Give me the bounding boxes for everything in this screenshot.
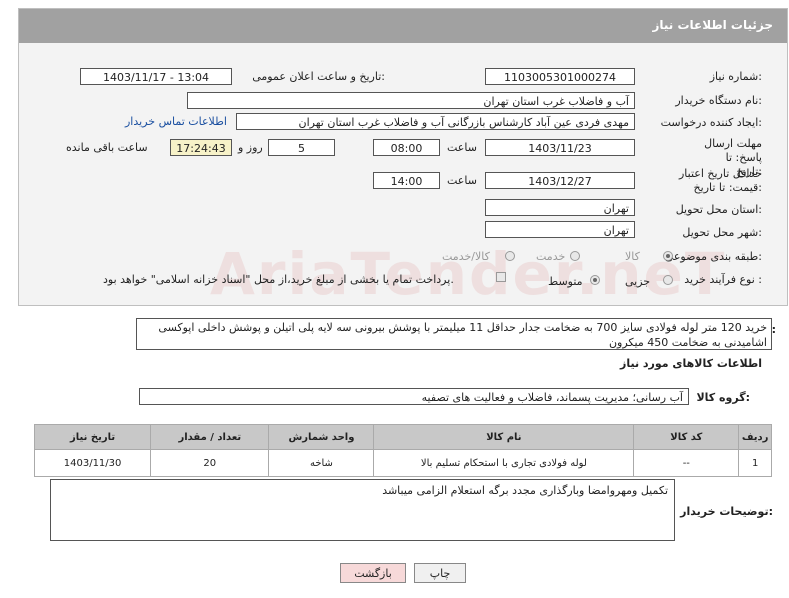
col-need-date: تاریخ نیاز bbox=[33, 424, 152, 450]
process-minor-label: جزیی bbox=[625, 275, 651, 288]
price-validity-time-field: 14:00 bbox=[373, 172, 440, 189]
process-medium-label: متوسط bbox=[548, 275, 583, 288]
col-unit: واحد شمارش bbox=[268, 424, 375, 450]
deadline-time-label: ساعت bbox=[447, 141, 477, 154]
city-label: شهر محل تحویل: bbox=[682, 226, 762, 239]
remaining-label: ساعت باقی مانده bbox=[66, 141, 148, 154]
col-name: نام کالا bbox=[373, 424, 635, 450]
process-minor-radio[interactable] bbox=[663, 275, 673, 285]
goods-section-title: اطلاعات کالاهای مورد نیاز bbox=[620, 357, 762, 370]
back-button[interactable]: بازگشت bbox=[340, 563, 406, 583]
buyer-org-label: نام دستگاه خریدار: bbox=[675, 94, 762, 107]
process-label: نوع فرآیند خرید : bbox=[684, 273, 762, 286]
col-row: ردیف bbox=[738, 424, 772, 450]
category-goods-service-label: کالا/خدمت bbox=[442, 250, 490, 263]
panel-title: جزئیات اطلاعات نیاز bbox=[652, 18, 773, 32]
city-field: تهران bbox=[485, 221, 635, 238]
price-validity-date-field: 1403/12/27 bbox=[485, 172, 635, 189]
deadline-time-field: 08:00 bbox=[373, 139, 440, 156]
days-label: روز و bbox=[238, 141, 263, 154]
cell-need-date: 1403/11/30 bbox=[33, 449, 152, 477]
payment-note: پرداخت تمام یا بخشی از مبلغ خرید،از محل … bbox=[103, 273, 454, 286]
price-validity-time-label: ساعت bbox=[447, 174, 477, 187]
panel-header: جزئیات اطلاعات نیاز bbox=[19, 9, 787, 43]
remaining-time-field: 17:24:43 bbox=[170, 139, 232, 156]
description-field: خرید 120 متر لوله فولادی سایز 700 به ضخا… bbox=[136, 318, 772, 350]
category-label: طبقه بندی موضوعی: bbox=[664, 250, 762, 263]
announce-field: 1403/11/17 - 13:04 bbox=[80, 68, 232, 85]
col-code: کد کالا bbox=[633, 424, 740, 450]
category-goods-label: کالا bbox=[625, 250, 640, 263]
buyer-org-field: آب و فاضلاب غرب استان تهران bbox=[187, 92, 635, 109]
goods-group-label: گروه کالا: bbox=[696, 391, 750, 404]
goods-group-field: آب رسانی؛ مدیریت پسماند، فاضلاب و فعالیت… bbox=[139, 388, 689, 405]
cell-quantity: 20 bbox=[150, 449, 270, 477]
treasury-payment-checkbox[interactable] bbox=[496, 272, 506, 282]
province-label: استان محل تحویل: bbox=[675, 203, 762, 216]
col-quantity: تعداد / مقدار bbox=[150, 424, 270, 450]
deadline-date-field: 1403/11/23 bbox=[485, 139, 635, 156]
announce-label: تاریخ و ساعت اعلان عمومی: bbox=[252, 70, 385, 83]
province-field: تهران bbox=[485, 199, 635, 216]
cell-unit: شاخه bbox=[268, 449, 375, 477]
category-service-radio[interactable] bbox=[570, 251, 580, 261]
print-button[interactable]: چاپ bbox=[414, 563, 466, 583]
need-number-field: 1103005301000274 bbox=[485, 68, 635, 85]
process-medium-radio[interactable] bbox=[590, 275, 600, 285]
cell-name: لوله فولادی تجاری با استحکام تسلیم بالا bbox=[373, 449, 635, 477]
need-number-label: شماره نیاز: bbox=[709, 70, 762, 83]
category-goods-service-radio[interactable] bbox=[505, 251, 515, 261]
notes-label: توضیحات خریدار: bbox=[680, 505, 773, 518]
requester-label: ایجاد کننده درخواست: bbox=[660, 116, 762, 129]
price-validity-label: حداقل تاریخ اعتبار قیمت: تا تاریخ: bbox=[678, 167, 762, 194]
goods-table: ردیف کد کالا نام کالا واحد شمارش تعداد /… bbox=[33, 424, 772, 477]
buyer-contact-link[interactable]: اطلاعات تماس خریدار bbox=[125, 115, 227, 128]
category-goods-radio[interactable] bbox=[663, 251, 673, 261]
goods-table-header: ردیف کد کالا نام کالا واحد شمارش تعداد /… bbox=[33, 424, 772, 450]
days-field: 5 bbox=[268, 139, 335, 156]
cell-row: 1 bbox=[738, 449, 772, 477]
cell-code: -- bbox=[633, 449, 740, 477]
category-service-label: خدمت bbox=[536, 250, 566, 263]
notes-field: تکمیل ومهروامضا وبارگذاری مجدد برگه استع… bbox=[50, 479, 675, 541]
requester-field: مهدی فردی عین آباد کارشناس بازرگانی آب و… bbox=[236, 113, 635, 130]
table-row: 1 -- لوله فولادی تجاری با استحکام تسلیم … bbox=[33, 449, 772, 477]
